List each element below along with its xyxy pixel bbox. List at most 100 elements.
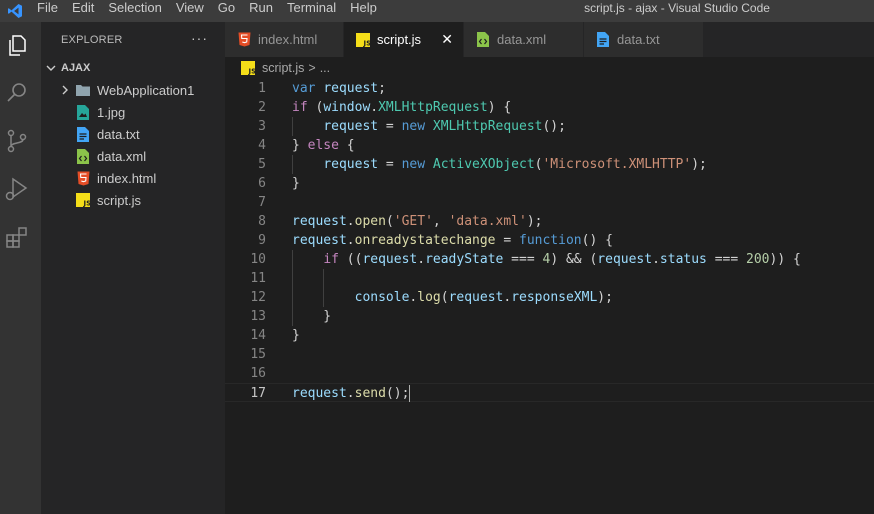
code-token: readyState	[425, 252, 504, 267]
html-file-icon	[75, 170, 91, 186]
svg-text:JS: JS	[363, 39, 371, 47]
code-token: ) && (	[550, 252, 598, 267]
line-number: 1	[258, 81, 266, 96]
code-token: )) {	[769, 252, 801, 267]
breadcrumb-file[interactable]: script.js	[262, 61, 304, 75]
code-token: onreadystatechange	[354, 233, 496, 248]
code-line[interactable]: 2 if (window.XMLHttpRequest) {	[225, 98, 874, 117]
line-number: 6	[258, 176, 266, 191]
line-number: 10	[250, 252, 266, 267]
explorer-sidebar: EXPLORER ··· AJAX WebApplication1 1.jpg …	[41, 22, 225, 514]
code-token: XMLHttpRequest	[378, 100, 488, 115]
code-token: .	[417, 252, 426, 267]
code-token: var	[292, 81, 316, 96]
code-token: ===	[503, 252, 543, 267]
folder-icon	[75, 82, 91, 98]
code-token: =	[378, 157, 402, 172]
title-bar: File Edit Selection View Go Run Terminal…	[0, 0, 874, 22]
code-line[interactable]: 13 }	[225, 307, 874, 326]
more-actions-button[interactable]: ···	[191, 30, 208, 46]
code-line[interactable]: 5 request = new ActiveXObject('Microsoft…	[225, 155, 874, 174]
tab-label: index.html	[258, 32, 318, 47]
explorer-icon[interactable]	[4, 32, 30, 58]
code-line[interactable]: 4} else {	[225, 136, 874, 155]
code-line[interactable]: 16	[225, 364, 874, 383]
code-token: }	[292, 328, 300, 343]
line-number: 3	[258, 119, 266, 134]
code-token: =	[495, 233, 519, 248]
code-token: request	[597, 252, 653, 267]
line-number: 14	[250, 328, 266, 343]
code-line[interactable]: 14}	[225, 326, 874, 345]
code-token: .	[652, 252, 660, 267]
code-line[interactable]: 3 request = new XMLHttpRequest();	[225, 117, 874, 136]
tab-label: script.js	[377, 32, 422, 47]
svg-text:JS: JS	[248, 68, 256, 76]
extensions-icon[interactable]	[4, 224, 30, 250]
code-line[interactable]: 6}	[225, 174, 874, 193]
indent-guide	[323, 269, 325, 307]
code-token: );	[526, 214, 543, 229]
close-tab-button[interactable]: ✕	[441, 31, 453, 48]
code-token: 'GET'	[393, 214, 433, 229]
tab-data-xml[interactable]: data.xml	[464, 22, 584, 57]
code-text: request = new XMLHttpRequest();	[292, 117, 566, 136]
chevron-down-icon	[45, 62, 61, 74]
tree-item-webapplication1[interactable]: WebApplication1	[41, 79, 243, 101]
indent-guide	[292, 250, 293, 326]
tab-label: data.xml	[497, 32, 547, 47]
code-token: }	[292, 176, 300, 191]
code-token: );	[691, 157, 707, 172]
code-token: request	[323, 119, 379, 134]
xml-file-icon	[475, 32, 491, 48]
code-token: }	[292, 138, 308, 153]
code-line[interactable]: 10 if ((request.readyState === 4) && (re…	[225, 250, 874, 269]
code-text: request = new ActiveXObject('Microsoft.X…	[292, 155, 707, 174]
folder-header-ajax[interactable]: AJAX	[41, 58, 225, 78]
code-editor[interactable]: 1 var request; 2 if (window.XMLHttpRequest)…	[225, 79, 874, 514]
source-control-icon[interactable]	[4, 128, 30, 154]
breadcrumb-symbols[interactable]: ...	[320, 61, 330, 75]
code-line[interactable]: 1 var request;	[225, 79, 874, 98]
text-cursor	[409, 385, 411, 402]
code-token: 'Microsoft.XMLHTTP'	[542, 157, 692, 172]
svg-text:JS: JS	[83, 200, 91, 208]
code-line[interactable]: 15	[225, 345, 874, 364]
tab-data-txt[interactable]: data.txt	[584, 22, 704, 57]
line-number: 9	[258, 233, 266, 248]
code-token: log	[417, 290, 441, 305]
js-file-icon: JS	[241, 60, 257, 76]
code-line[interactable]: 8 request.open('GET', 'data.xml');	[225, 212, 874, 231]
code-text: request.onreadystatechange = function() …	[292, 231, 613, 250]
code-line[interactable]: 17 request.send();	[225, 383, 874, 402]
code-text: if (window.XMLHttpRequest) {	[292, 98, 511, 117]
js-file-icon: JS	[75, 192, 91, 208]
code-token: request	[292, 386, 347, 401]
breadcrumb-separator: >	[308, 61, 316, 75]
code-token: new	[401, 119, 426, 134]
tab-script-js[interactable]: JS script.js ✕	[344, 22, 464, 57]
code-token: request	[323, 81, 379, 96]
code-token: ();	[385, 386, 410, 401]
window-title: script.js - ajax - Visual Studio Code	[584, 1, 770, 15]
tree-item-label: data.xml	[97, 148, 147, 164]
search-icon[interactable]	[4, 80, 30, 106]
code-line[interactable]: 7	[225, 193, 874, 212]
code-token: window	[323, 100, 371, 115]
run-debug-icon[interactable]	[4, 176, 30, 202]
line-number: 17	[250, 386, 266, 401]
code-token: () {	[581, 233, 613, 248]
code-token: ===	[706, 252, 747, 267]
code-line[interactable]: 9 request.onreadystatechange = function()…	[225, 231, 874, 250]
code-token: ;	[378, 81, 386, 96]
code-token: if	[323, 252, 339, 267]
tab-index-html[interactable]: index.html	[225, 22, 344, 57]
code-token: request	[362, 252, 418, 267]
line-number: 7	[258, 195, 266, 210]
code-token: console	[354, 290, 410, 305]
code-token: .	[503, 290, 512, 305]
